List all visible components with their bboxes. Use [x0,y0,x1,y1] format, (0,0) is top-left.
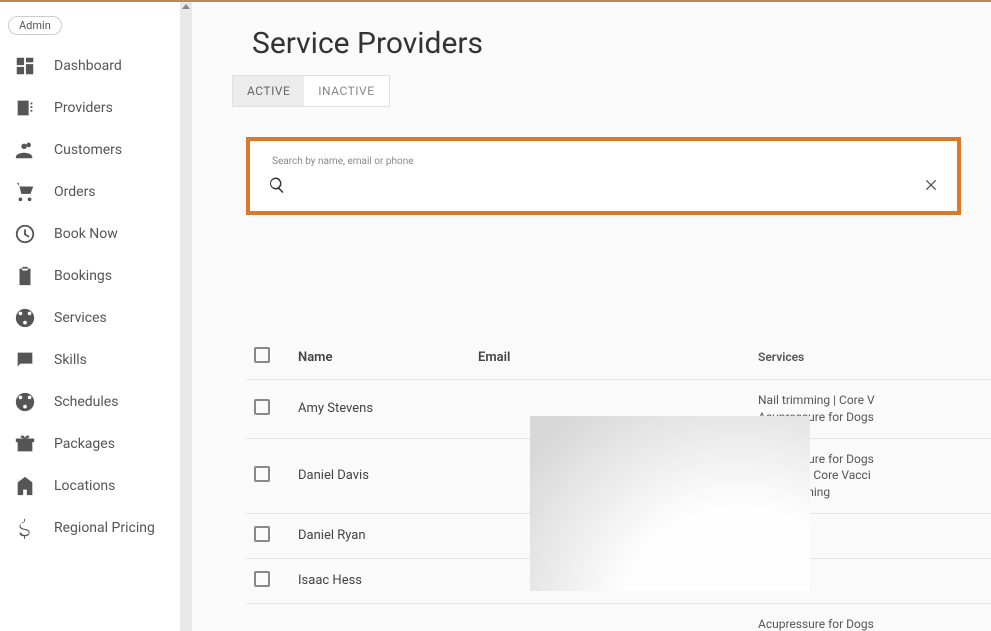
main-content: Service Providers ACTIVE INACTIVE Search… [192,2,991,631]
row-checkbox[interactable] [254,571,270,587]
providers-table: Name Email Services Amy Stevens Nail tri… [246,335,991,631]
cell-name: Daniel Davis [298,468,478,483]
sidebar: Admin Dashboard Providers Customers Orde… [0,2,180,631]
dashboard-icon [14,55,36,77]
cell-name: Isaac Hess [298,573,478,588]
sidebar-item-orders[interactable]: Orders [0,171,180,213]
sidebar-scroll-track[interactable] [180,2,192,631]
table-row-peek[interactable]: Acupressure for Dogs [246,604,991,631]
search-icon [268,176,286,194]
cell-name: Amy Stevens [298,401,478,416]
sidebar-item-bookings[interactable]: Bookings [0,255,180,297]
page-title: Service Providers [252,26,991,61]
sidebar-item-dashboard[interactable]: Dashboard [0,45,180,87]
table-header: Name Email Services [246,335,991,380]
sidebar-item-label: Dashboard [54,58,122,74]
building-icon [14,475,36,497]
services-icon [14,307,36,329]
tab-active[interactable]: ACTIVE [233,76,304,106]
row-checkbox[interactable] [254,399,270,415]
sidebar-item-label: Customers [54,142,122,158]
col-header-name: Name [298,350,478,365]
admin-badge: Admin [8,16,62,35]
providers-icon [14,97,36,119]
table-row[interactable]: Daniel Davis Acupressure for Dogs Cleani… [246,439,991,514]
sidebar-item-skills[interactable]: Skills [0,339,180,381]
sidebar-item-regional-pricing[interactable]: Regional Pricing [0,507,180,549]
cell-services: Nail trimming | Core V Acupressure for D… [758,392,983,426]
sidebar-item-label: Locations [54,478,115,494]
table-row[interactable]: Isaac Hess [246,559,991,604]
search-container-highlight: Search by name, email or phone [246,137,961,215]
sidebar-item-label: Regional Pricing [54,520,155,536]
select-all-checkbox[interactable] [254,347,270,363]
sidebar-item-label: Orders [54,184,96,200]
sidebar-item-customers[interactable]: Customers [0,129,180,171]
sidebar-item-label: Skills [54,352,87,368]
row-checkbox[interactable] [254,466,270,482]
table-row[interactable]: Daniel Ryan [246,514,991,559]
clear-icon[interactable] [923,177,939,193]
cart-icon [14,181,36,203]
cell-services: Acupressure for Dogs Cleaning | Core Vac… [758,451,983,501]
sidebar-item-packages[interactable]: Packages [0,423,180,465]
gift-icon [14,433,36,455]
status-tabs: ACTIVE INACTIVE [232,75,390,107]
row-checkbox[interactable] [254,526,270,542]
sidebar-item-services[interactable]: Services [0,297,180,339]
search-input[interactable] [286,172,923,197]
sidebar-item-book-now[interactable]: Book Now [0,213,180,255]
table-row[interactable]: Amy Stevens Nail trimming | Core V Acupr… [246,380,991,439]
schedules-icon [14,391,36,413]
sidebar-item-label: Book Now [54,226,118,242]
sidebar-item-label: Services [54,310,107,326]
clipboard-icon [14,265,36,287]
sidebar-item-providers[interactable]: Providers [0,87,180,129]
customers-icon [14,139,36,161]
search-legend: Search by name, email or phone [268,156,418,167]
chat-icon [14,349,36,371]
col-header-services: Services [758,349,983,366]
sidebar-item-label: Schedules [54,394,118,410]
cell-name: Daniel Ryan [298,528,478,543]
sidebar-item-label: Packages [54,436,115,452]
col-header-email: Email [478,350,758,365]
sidebar-item-label: Providers [54,100,113,116]
sidebar-item-schedules[interactable]: Schedules [0,381,180,423]
scroll-up-arrow-icon [182,4,190,9]
clock-icon [14,223,36,245]
cell-services: Acupressure for Dogs [758,616,983,631]
sidebar-item-label: Bookings [54,268,112,284]
dollar-icon [14,517,36,539]
sidebar-item-locations[interactable]: Locations [0,465,180,507]
tab-inactive[interactable]: INACTIVE [304,76,388,106]
